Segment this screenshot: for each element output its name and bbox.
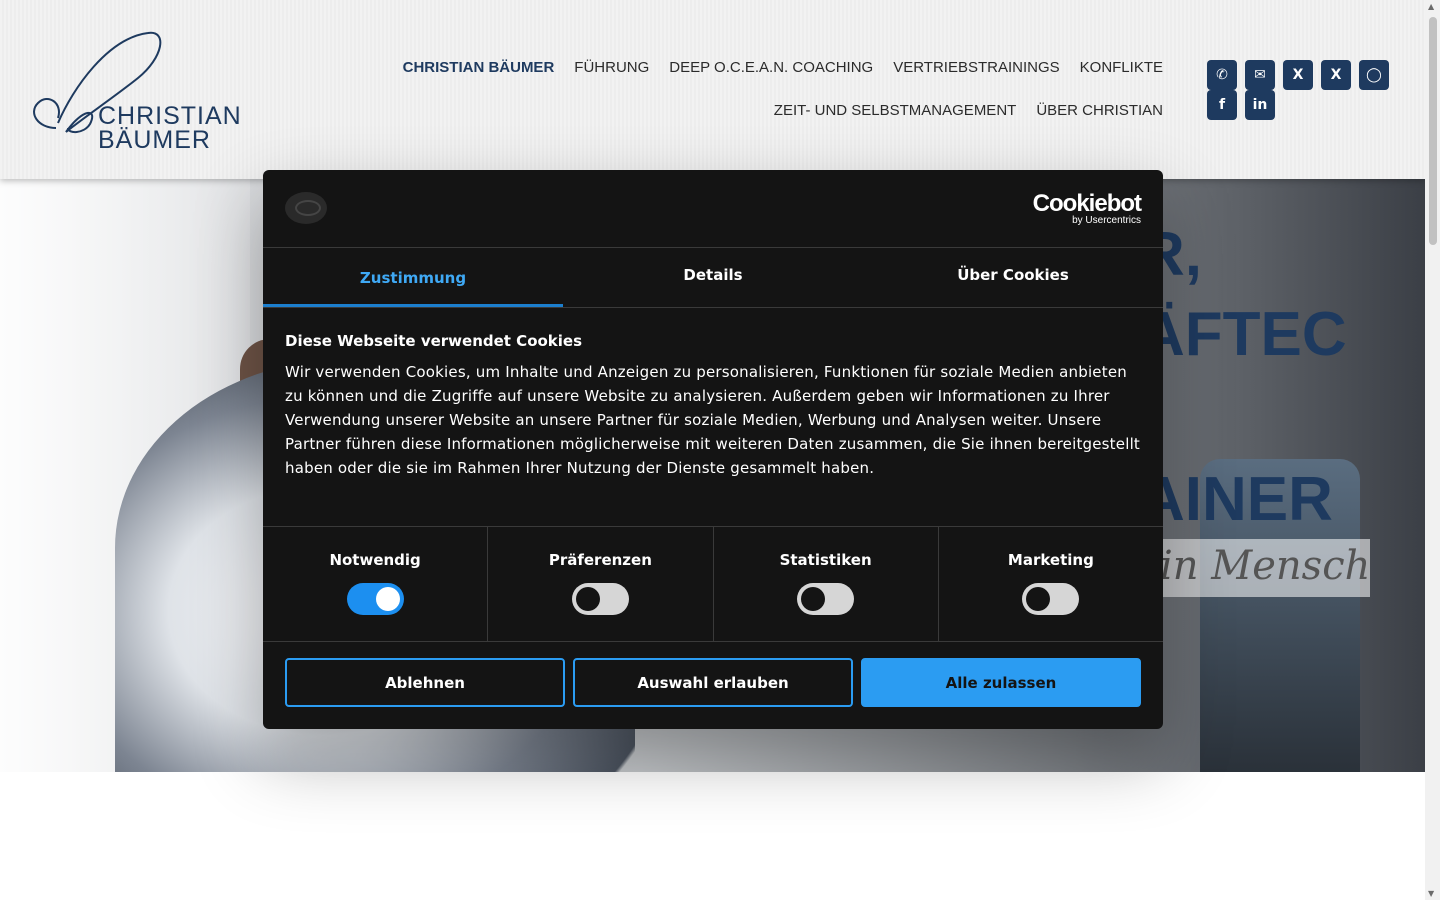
cookie-tabs: Zustimmung Details Über Cookies xyxy=(263,248,1163,308)
toggle-statistiken[interactable] xyxy=(797,583,855,615)
nav-item-ueber-christian[interactable]: ÜBER CHRISTIAN xyxy=(1036,99,1163,142)
toggle-cell-marketing: Marketing xyxy=(939,527,1163,641)
toggle-marketing[interactable] xyxy=(1022,583,1080,615)
cookiebot-logo[interactable]: Cookiebot by Usercentrics xyxy=(1032,190,1142,226)
xing-icon[interactable]: X xyxy=(1283,60,1313,90)
nav-row-1: CHRISTIAN BÄUMER FÜHRUNG DEEP O.C.E.A.N.… xyxy=(403,56,1163,99)
hero-script-text: in Mensch xyxy=(1160,543,1371,589)
cookie-dialog-header: Cookiebot by Usercentrics xyxy=(263,170,1163,248)
nav-item-zeitmanagement[interactable]: ZEIT- UND SELBSTMANAGEMENT xyxy=(774,99,1017,142)
toggle-cell-notwendig: Notwendig xyxy=(263,527,489,641)
page-scrollbar[interactable]: ▲ ▼ xyxy=(1425,0,1440,900)
hero-headline-line2: ÄFTEC xyxy=(1140,300,1347,369)
cookie-consent-dialog: Cookiebot by Usercentrics Zustimmung Det… xyxy=(263,170,1163,729)
nav-item-deep-ocean-coaching[interactable]: DEEP O.C.E.A.N. COACHING xyxy=(669,56,873,99)
allow-all-button[interactable]: Alle zulassen xyxy=(861,658,1141,707)
hero-headline-line3: AINER xyxy=(1140,465,1333,534)
nav-item-vertriebstrainings[interactable]: VERTRIEBSTRAININGS xyxy=(893,56,1059,99)
scroll-down-arrow-icon[interactable]: ▼ xyxy=(1428,889,1434,898)
mail-icon[interactable]: ✉ xyxy=(1245,60,1275,90)
toggle-label-praeferenzen: Präferenzen xyxy=(548,551,652,569)
toggle-praeferenzen[interactable] xyxy=(571,583,629,615)
toggle-knob xyxy=(575,587,600,611)
nav-item-christian-baeumer[interactable]: CHRISTIAN BÄUMER xyxy=(403,56,555,99)
allow-selection-button[interactable]: Auswahl erlauben xyxy=(573,658,853,707)
nav-item-konflikte[interactable]: KONFLIKTE xyxy=(1080,56,1163,99)
cookie-body: Diese Webseite verwendet Cookies Wir ver… xyxy=(263,308,1163,527)
scroll-up-arrow-icon[interactable]: ▲ xyxy=(1428,2,1434,11)
cookie-actions: Ablehnen Auswahl erlauben Alle zulassen xyxy=(263,642,1163,723)
main-nav: CHRISTIAN BÄUMER FÜHRUNG DEEP O.C.E.A.N.… xyxy=(403,56,1163,142)
linkedin-icon[interactable]: in xyxy=(1245,90,1275,120)
facebook-icon[interactable]: f xyxy=(1207,90,1237,120)
toggle-label-notwendig: Notwendig xyxy=(329,551,421,569)
nav-item-fuehrung[interactable]: FÜHRUNG xyxy=(574,56,649,99)
cookie-badge-icon xyxy=(285,192,327,224)
toggle-knob xyxy=(801,587,826,611)
tab-ueber-cookies[interactable]: Über Cookies xyxy=(863,248,1163,307)
toggle-cell-praeferenzen: Präferenzen xyxy=(488,527,714,641)
cookiebot-logo-sub: by Usercentrics xyxy=(1072,215,1141,226)
nav-row-2: ZEIT- UND SELBSTMANAGEMENT ÜBER CHRISTIA… xyxy=(403,99,1163,142)
phone-icon[interactable]: ✆ xyxy=(1207,60,1237,90)
logo-text-last: BÄUMER xyxy=(98,126,211,154)
logo[interactable]: CHRISTIAN BÄUMER xyxy=(28,28,241,154)
toggle-cell-statistiken: Statistiken xyxy=(714,527,939,641)
toggle-label-marketing: Marketing xyxy=(1007,551,1094,569)
toggle-notwendig[interactable] xyxy=(346,583,404,615)
instagram-icon[interactable]: ◯ xyxy=(1359,60,1389,90)
toggle-knob xyxy=(375,587,400,611)
tab-zustimmung[interactable]: Zustimmung xyxy=(263,248,563,307)
cookie-title: Diese Webseite verwendet Cookies xyxy=(285,332,583,350)
cookiebot-logo-name: Cookiebot xyxy=(1032,190,1142,217)
scroll-thumb[interactable] xyxy=(1429,17,1437,245)
site-header: CHRISTIAN BÄUMER CHRISTIAN BÄUMER FÜHRUN… xyxy=(0,0,1425,179)
toggle-label-statistiken: Statistiken xyxy=(779,551,872,569)
xing-icon[interactable]: X xyxy=(1321,60,1351,90)
decline-button[interactable]: Ablehnen xyxy=(285,658,565,707)
cookie-description: Wir verwenden Cookies, um Inhalte und An… xyxy=(285,363,1141,477)
tab-details[interactable]: Details xyxy=(563,248,863,307)
cookie-category-toggles: Notwendig Präferenzen Statistiken Market… xyxy=(263,527,1163,642)
toggle-knob xyxy=(1026,587,1051,611)
